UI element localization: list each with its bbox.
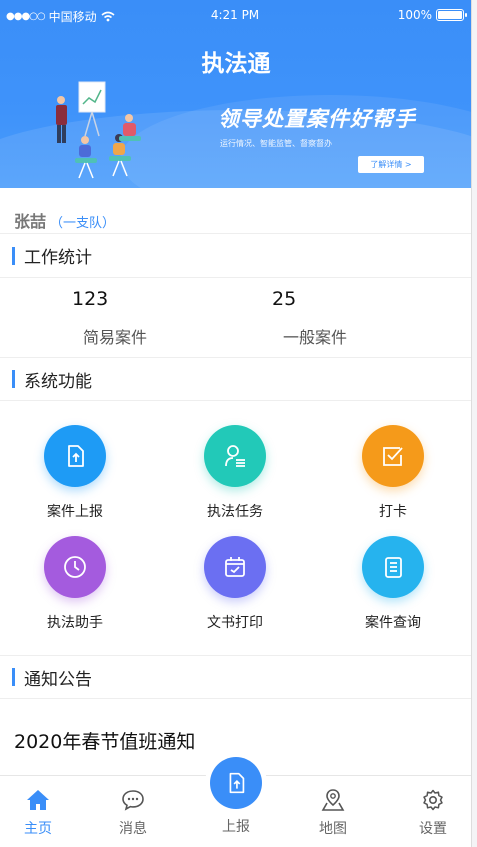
clock-icon bbox=[44, 536, 106, 598]
banner-slogan: 领导处置案件好帮手 bbox=[218, 107, 416, 131]
meeting-illustration bbox=[56, 81, 141, 179]
section-title: 工作统计 bbox=[24, 248, 92, 268]
tab-home[interactable]: 主页 bbox=[8, 788, 68, 838]
stat-label: 简易案件 bbox=[82, 328, 147, 347]
func-clock-in[interactable]: 打卡 bbox=[318, 425, 468, 521]
check-box-icon bbox=[362, 425, 424, 487]
func-label: 案件查询 bbox=[365, 615, 421, 631]
tab-label: 地图 bbox=[319, 821, 347, 837]
stat-value: 25 bbox=[272, 288, 297, 310]
tab-label: 上报 bbox=[222, 819, 250, 835]
func-case-report[interactable]: 案件上报 bbox=[0, 425, 150, 521]
func-label: 案件上报 bbox=[47, 504, 103, 520]
section-title: 系统功能 bbox=[24, 371, 92, 392]
notice-item[interactable]: 2020年春节值班通知 bbox=[14, 727, 195, 754]
person-task-icon bbox=[204, 425, 266, 487]
notebook-icon bbox=[362, 536, 424, 598]
stat-label: 一般案件 bbox=[282, 328, 347, 347]
tab-report[interactable]: 上报 bbox=[206, 814, 266, 836]
gear-icon bbox=[423, 789, 443, 811]
battery-percent: 100% bbox=[397, 8, 432, 22]
tab-label: 设置 bbox=[419, 821, 447, 837]
user-team: （一支队） bbox=[50, 216, 116, 231]
report-center-button[interactable] bbox=[210, 757, 262, 809]
func-label: 执法助手 bbox=[47, 615, 103, 631]
tab-messages[interactable]: 消息 bbox=[103, 788, 163, 838]
user-name: 张喆 bbox=[14, 212, 47, 231]
func-document-print[interactable]: 文书打印 bbox=[160, 536, 310, 632]
tab-map[interactable]: 地图 bbox=[303, 788, 363, 838]
func-label: 执法任务 bbox=[207, 504, 263, 520]
func-enforcement-assistant[interactable]: 执法助手 bbox=[0, 536, 150, 632]
message-icon bbox=[122, 790, 144, 811]
upload-doc-icon bbox=[44, 425, 106, 487]
status-bar: ●●●○○ 中国移动 4:21 PM 100% bbox=[6, 8, 467, 26]
section-title: 通知公告 bbox=[24, 669, 92, 690]
banner-subtext: 运行情况、智能监管、督察督办 bbox=[220, 139, 332, 148]
stat-simple-cases[interactable]: 123 简易案件 bbox=[60, 288, 170, 348]
learn-more-button[interactable]: 了解详情 > bbox=[358, 156, 424, 173]
phone-screen: ●●●○○ 中国移动 4:21 PM 100% 执法通 领导处置案件好帮手 运行… bbox=[0, 0, 472, 847]
map-pin-icon bbox=[321, 789, 345, 811]
status-time: 4:21 PM bbox=[210, 8, 260, 22]
tab-settings[interactable]: 设置 bbox=[403, 788, 463, 838]
func-label: 打卡 bbox=[379, 504, 407, 520]
header-banner: ●●●○○ 中国移动 4:21 PM 100% 执法通 领导处置案件好帮手 运行… bbox=[0, 0, 471, 188]
battery-icon bbox=[436, 9, 467, 21]
system-functions-header: 系统功能 bbox=[0, 357, 471, 401]
home-icon bbox=[27, 790, 49, 810]
work-stats-header: 工作统计 bbox=[0, 234, 471, 278]
func-label: 文书打印 bbox=[207, 615, 263, 631]
stat-general-cases[interactable]: 25 一般案件 bbox=[260, 288, 370, 348]
notices-header: 通知公告 bbox=[0, 655, 471, 699]
tab-label: 主页 bbox=[24, 821, 52, 837]
app-title: 执法通 bbox=[201, 51, 271, 77]
user-info: 张喆 （一支队） bbox=[0, 190, 471, 234]
func-case-query[interactable]: 案件查询 bbox=[318, 536, 468, 632]
upload-doc-icon bbox=[229, 772, 245, 794]
stat-value: 123 bbox=[72, 288, 109, 310]
calendar-check-icon bbox=[204, 536, 266, 598]
func-enforcement-task[interactable]: 执法任务 bbox=[160, 425, 310, 521]
tab-label: 消息 bbox=[119, 821, 147, 837]
